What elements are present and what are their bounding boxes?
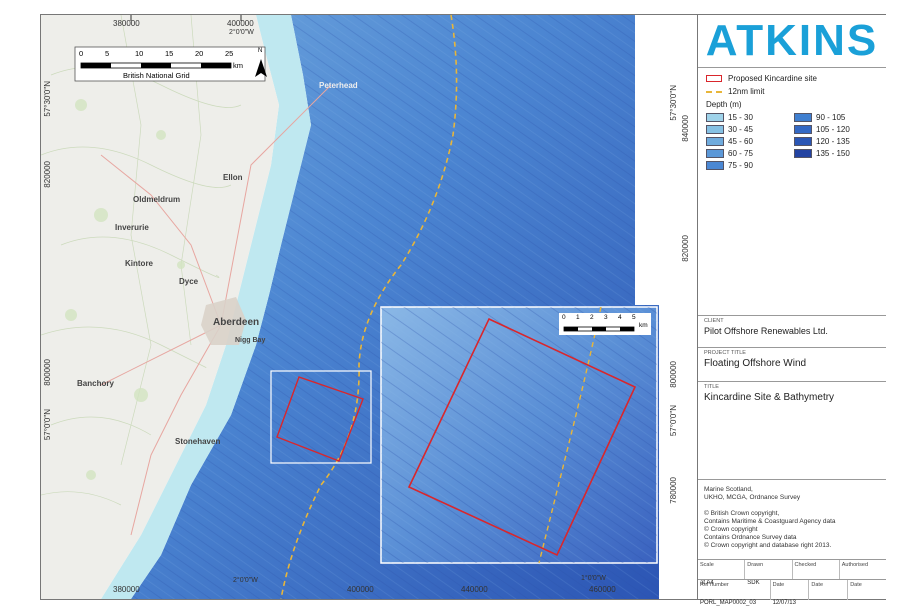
label-dyce: Dyce xyxy=(179,277,199,286)
project-title: Floating Offshore Wind xyxy=(704,358,807,369)
map-sheet: 0 5 10 15 20 25 km N British National Gr… xyxy=(40,14,886,606)
depth-label: 60 - 75 xyxy=(728,149,753,158)
coord-bottom-3: 440000 xyxy=(461,585,488,594)
coord-top-2: 2°0'0"W xyxy=(229,29,254,36)
legend: Proposed Kincardine site 12nm limit Dept… xyxy=(698,68,886,176)
depth-label: 90 - 105 xyxy=(816,113,846,122)
depth-label: 105 - 120 xyxy=(816,125,850,134)
coord-bottom-2: 400000 xyxy=(347,585,374,594)
depth-class-item: 15 - 30 xyxy=(706,113,790,122)
coord-bottom-0: 380000 xyxy=(113,585,140,594)
depth-label: 75 - 90 xyxy=(728,161,753,170)
depth-swatch-icon xyxy=(794,113,812,122)
main-scalebar xyxy=(80,62,232,69)
credit-line xyxy=(704,502,880,510)
coord-top-1: 400000 xyxy=(227,19,254,28)
depth-class-item: 75 - 90 xyxy=(706,161,790,170)
legend-panel: ATKINS Proposed Kincardine site 12nm lim… xyxy=(697,15,886,606)
coord-left-1: 820000 xyxy=(43,161,52,188)
credits-block: Marine Scotland, UKHO, MCGA, Ordnance Sur… xyxy=(698,479,886,559)
site-swatch-icon xyxy=(706,75,722,82)
label-oldmeldrum: Oldmeldrum xyxy=(133,195,181,204)
depth-swatch-icon xyxy=(706,125,724,134)
coord-bottom-1: 2°0'0"W xyxy=(233,577,258,584)
label-stonehaven: Stonehaven xyxy=(175,437,221,446)
credit-line: Contains Ordnance Survey data xyxy=(704,534,797,541)
info-table-row1: Scale at A4 Drawn SDK Checked Authorised xyxy=(698,559,886,586)
label-banchory: Banchory xyxy=(77,379,114,388)
depth-class-item: 90 - 105 xyxy=(794,113,878,122)
client-name: Pilot Offshore Renewables Ltd. xyxy=(704,326,828,336)
credit-line: UKHO, MCGA, Ordnance Survey xyxy=(704,494,801,501)
depth-title: Depth (m) xyxy=(706,100,742,109)
depth-swatch-icon xyxy=(794,125,812,134)
inset-scalebar xyxy=(563,326,635,332)
depth-class-item: 120 - 135 xyxy=(794,137,878,146)
depth-swatch-icon xyxy=(794,149,812,158)
label-kintore: Kintore xyxy=(125,259,153,268)
coord-bottom-4: 1°0'0"W xyxy=(581,575,606,582)
coord-bottom-5: 460000 xyxy=(589,585,616,594)
coord-left-0: 57°30'0"N xyxy=(43,81,52,117)
depth-swatch-icon xyxy=(706,113,724,122)
depth-swatch-icon xyxy=(706,149,724,158)
credit-line: © British Crown copyright, xyxy=(704,510,780,517)
coord-right-4: 57°0'0"N xyxy=(669,405,678,437)
legend-limit: 12nm limit xyxy=(706,87,878,96)
depth-class-item: 135 - 150 xyxy=(794,149,878,158)
depth-classes: 15 - 30 90 - 105 30 - 45 105 - 120 45 - 60 12… xyxy=(706,113,878,170)
coord-right-5: 780000 xyxy=(669,477,678,504)
label-inverurie: Inverurie xyxy=(115,223,149,232)
credit-line: © Crown copyright xyxy=(704,526,758,533)
coord-right-0: 57°30'0"N xyxy=(669,85,678,121)
credit-line: Marine Scotland, xyxy=(704,486,753,493)
depth-label: 45 - 60 xyxy=(728,137,753,146)
map-view[interactable]: 0 5 10 15 20 25 km N British National Gr… xyxy=(41,15,697,599)
depth-class-item: 45 - 60 xyxy=(706,137,790,146)
dash-line-icon xyxy=(706,90,722,93)
credit-line: © Crown copyright and database right 201… xyxy=(704,542,832,549)
label-ellon: Ellon xyxy=(223,173,243,182)
coord-right-3: 800000 xyxy=(669,361,678,388)
depth-class-item: 105 - 120 xyxy=(794,125,878,134)
depth-swatch-icon xyxy=(706,137,724,146)
depth-swatch-icon xyxy=(706,161,724,170)
map-canvas xyxy=(41,15,697,599)
legend-site: Proposed Kincardine site xyxy=(706,74,878,83)
title-block: Title Kincardine Site & Bathymetry xyxy=(698,381,886,479)
coord-left-3: 57°0'0"N xyxy=(43,409,52,441)
coord-top-0: 380000 xyxy=(113,19,140,28)
depth-swatch-icon xyxy=(794,137,812,146)
coord-right-2: 820000 xyxy=(681,235,690,262)
depth-label: 30 - 45 xyxy=(728,125,753,134)
label-peterhead: Peterhead xyxy=(319,81,358,90)
credit-line: Contains Maritime & Coastguard Agency da… xyxy=(704,518,836,525)
depth-label: 120 - 135 xyxy=(816,137,850,146)
depth-class-item: 30 - 45 xyxy=(706,125,790,134)
map-title: Kincardine Site & Bathymetry xyxy=(704,392,835,403)
info-table-row2: Ref number PORL_MAP0002_03 Date 12/07/13 D… xyxy=(698,579,886,606)
atkins-logo: ATKINS xyxy=(698,15,886,68)
grid-name: British National Grid xyxy=(123,71,190,80)
label-nigg-bay: Nigg Bay xyxy=(235,337,266,344)
coord-right-1: 840000 xyxy=(681,115,690,142)
label-aberdeen: Aberdeen xyxy=(213,317,260,328)
client-block: Client Pilot Offshore Renewables Ltd. xyxy=(698,315,886,347)
depth-label: 135 - 150 xyxy=(816,149,850,158)
depth-label: 15 - 30 xyxy=(728,113,753,122)
project-block: Project Title Floating Offshore Wind xyxy=(698,347,886,381)
coord-left-2: 800000 xyxy=(43,359,52,386)
depth-class-item: 60 - 75 xyxy=(706,149,790,158)
